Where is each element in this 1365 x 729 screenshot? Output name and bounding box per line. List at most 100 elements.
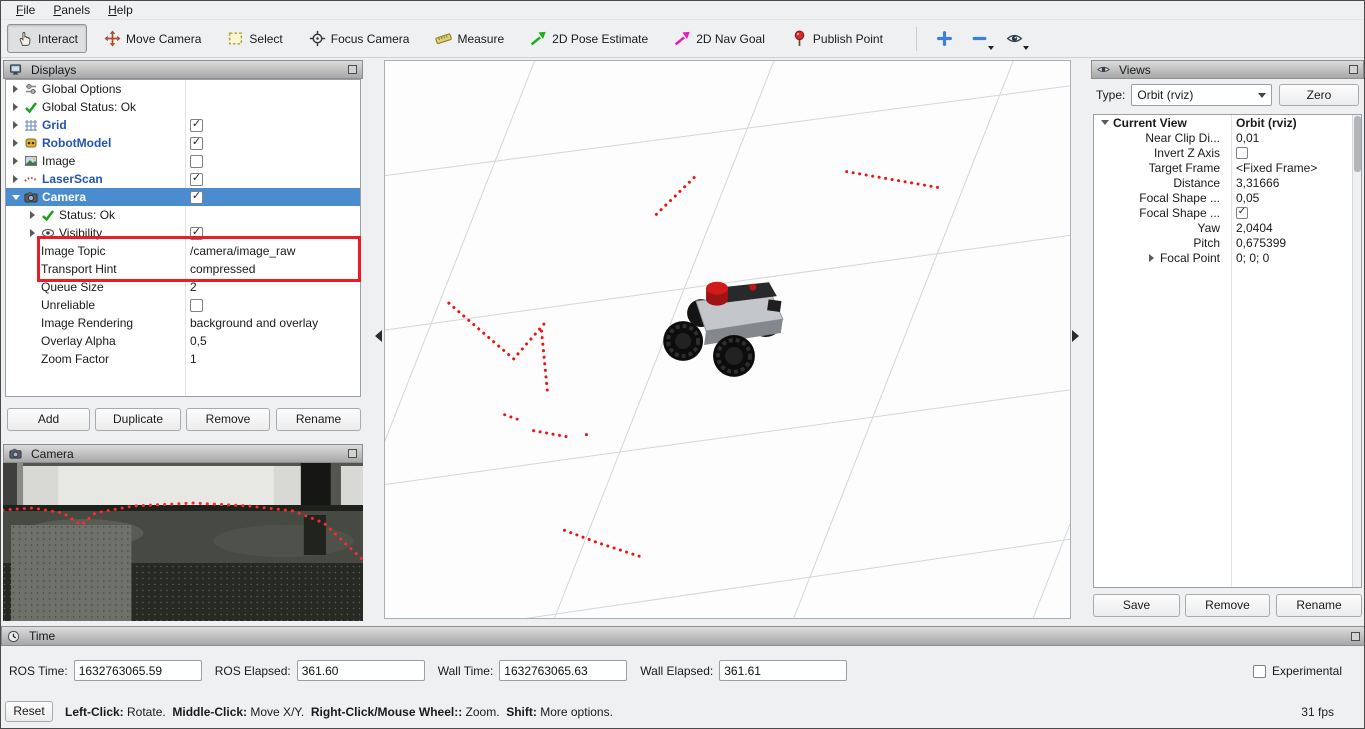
- row-label: Focal Shape ...: [1139, 191, 1220, 205]
- tool-interact[interactable]: Interact: [7, 24, 87, 53]
- view-row-near-clip-di[interactable]: Near Clip Di...0,01: [1094, 130, 1361, 145]
- expander-icon[interactable]: [11, 157, 20, 166]
- menu-panels[interactable]: Panels: [44, 2, 99, 18]
- view-row-focal-shape[interactable]: Focal Shape ...: [1094, 205, 1361, 220]
- row-checkbox[interactable]: [190, 299, 203, 312]
- display-row-transport-hint[interactable]: Transport Hintcompressed: [6, 260, 360, 278]
- view-row-focal-point[interactable]: Focal Point0; 0; 0: [1094, 250, 1361, 265]
- expander-icon[interactable]: [11, 139, 20, 148]
- field-input-ros-time[interactable]: [74, 660, 202, 681]
- row-label: Visibility: [59, 226, 102, 240]
- view-row-pitch[interactable]: Pitch0,675399: [1094, 235, 1361, 250]
- row-checkbox[interactable]: [190, 155, 203, 168]
- displays-float-button[interactable]: [348, 65, 357, 74]
- field-input-wall-time[interactable]: [499, 660, 627, 681]
- measure-icon: [435, 30, 452, 47]
- expander-icon[interactable]: [11, 103, 20, 112]
- row-checkbox[interactable]: [190, 191, 203, 204]
- row-checkbox[interactable]: [1236, 147, 1248, 159]
- expander-icon[interactable]: [11, 85, 20, 94]
- camera-float-button[interactable]: [348, 449, 357, 458]
- row-checkbox[interactable]: [190, 119, 203, 132]
- row-value: 0,675399: [1231, 236, 1361, 250]
- views-scrollbar[interactable]: [1352, 115, 1361, 587]
- display-row-image[interactable]: Image: [6, 152, 360, 170]
- display-row-queue-size[interactable]: Queue Size2: [6, 278, 360, 296]
- tool-tool-visibility[interactable]: [999, 24, 1030, 53]
- view-row-target-frame[interactable]: Target Frame<Fixed Frame>: [1094, 160, 1361, 175]
- experimental-checkbox[interactable]: [1253, 665, 1266, 678]
- 3d-viewport[interactable]: [384, 60, 1071, 619]
- view-row-yaw[interactable]: Yaw2,0404: [1094, 220, 1361, 235]
- tool-move-camera[interactable]: Move Camera: [95, 24, 210, 53]
- view-row-current-view[interactable]: Current ViewOrbit (rviz): [1094, 115, 1361, 130]
- expander-icon[interactable]: [1100, 118, 1109, 127]
- menu-help[interactable]: Help: [99, 2, 142, 18]
- splitter-collapse-left-icon[interactable]: [375, 330, 382, 342]
- remove-button[interactable]: Remove: [186, 408, 270, 431]
- remove-button[interactable]: Remove: [1185, 594, 1270, 617]
- display-row-camera[interactable]: Camera: [6, 188, 360, 206]
- status-segment: Left-Click:: [65, 705, 124, 719]
- expander-icon[interactable]: [28, 229, 37, 238]
- row-checkbox[interactable]: [190, 173, 203, 186]
- row-checkbox[interactable]: [1236, 207, 1248, 219]
- display-row-zoom-factor[interactable]: Zoom Factor1: [6, 350, 360, 368]
- view-row-distance[interactable]: Distance3,31666: [1094, 175, 1361, 190]
- display-row-global-options[interactable]: Global Options: [6, 80, 360, 98]
- add-button[interactable]: Add: [7, 408, 90, 431]
- display-row-image-topic[interactable]: Image Topic/camera/image_raw: [6, 242, 360, 260]
- display-row-status-ok[interactable]: Status: Ok: [6, 206, 360, 224]
- row-name: Unreliable: [6, 296, 185, 314]
- zero-button[interactable]: Zero: [1279, 84, 1359, 106]
- tool-publish-point[interactable]: Publish Point: [782, 24, 892, 53]
- tool-2d-pose-estimate[interactable]: 2D Pose Estimate: [521, 24, 657, 53]
- row-value: background and overlay: [185, 314, 360, 332]
- display-row-image-rendering[interactable]: Image Renderingbackground and overlay: [6, 314, 360, 332]
- row-checkbox[interactable]: [190, 137, 203, 150]
- expander-icon[interactable]: [1147, 253, 1156, 262]
- expander-icon[interactable]: [11, 193, 20, 202]
- splitter-collapse-right-icon[interactable]: [1072, 330, 1079, 342]
- status-segment: Zoom.: [462, 705, 506, 719]
- view-row-focal-shape[interactable]: Focal Shape ...0,05: [1094, 190, 1361, 205]
- display-row-overlay-alpha[interactable]: Overlay Alpha0,5: [6, 332, 360, 350]
- duplicate-button[interactable]: Duplicate: [95, 408, 181, 431]
- time-float-button[interactable]: [1351, 632, 1360, 641]
- row-value: 3,31666: [1231, 176, 1361, 190]
- expander-icon[interactable]: [11, 175, 20, 184]
- displays-panel-titlebar[interactable]: Displays: [3, 60, 363, 79]
- scrollbar-thumb[interactable]: [1354, 116, 1361, 172]
- display-row-grid[interactable]: Grid: [6, 116, 360, 134]
- menu-file[interactable]: File: [7, 2, 44, 18]
- tool-add-tool[interactable]: [929, 24, 960, 53]
- rename-button[interactable]: Rename: [1276, 594, 1362, 617]
- view-row-invert-z-axis[interactable]: Invert Z Axis: [1094, 145, 1361, 160]
- camera-panel-titlebar[interactable]: Camera: [3, 444, 363, 463]
- row-name: Queue Size: [6, 278, 185, 296]
- views-float-button[interactable]: [1349, 65, 1358, 74]
- display-row-visibility[interactable]: Visibility: [6, 224, 360, 242]
- views-panel-titlebar[interactable]: Views: [1091, 60, 1364, 79]
- display-row-robotmodel[interactable]: RobotModel: [6, 134, 360, 152]
- reset-button[interactable]: Reset: [5, 701, 53, 722]
- tool-remove-tool[interactable]: [964, 24, 995, 53]
- row-checkbox[interactable]: [190, 227, 203, 240]
- field-input-wall-elapsed[interactable]: [719, 660, 847, 681]
- display-row-laserscan[interactable]: LaserScan: [6, 170, 360, 188]
- expander-icon[interactable]: [11, 121, 20, 130]
- tool-focus-camera[interactable]: Focus Camera: [300, 24, 419, 53]
- view-type-dropdown[interactable]: Orbit (rviz): [1131, 84, 1272, 106]
- tool-select[interactable]: Select: [218, 24, 291, 53]
- display-row-unreliable[interactable]: Unreliable: [6, 296, 360, 314]
- save-button[interactable]: Save: [1093, 594, 1180, 617]
- row-name: Target Frame: [1094, 160, 1231, 175]
- rename-button[interactable]: Rename: [276, 408, 361, 431]
- display-row-global-status-ok[interactable]: Global Status: Ok: [6, 98, 360, 116]
- expander-icon[interactable]: [28, 211, 37, 220]
- time-panel-titlebar[interactable]: Time: [1, 626, 1365, 646]
- field-label: ROS Time:: [9, 664, 68, 678]
- tool-2d-nav-goal[interactable]: 2D Nav Goal: [665, 24, 774, 53]
- tool-measure[interactable]: Measure: [426, 24, 513, 53]
- field-input-ros-elapsed[interactable]: [297, 660, 425, 681]
